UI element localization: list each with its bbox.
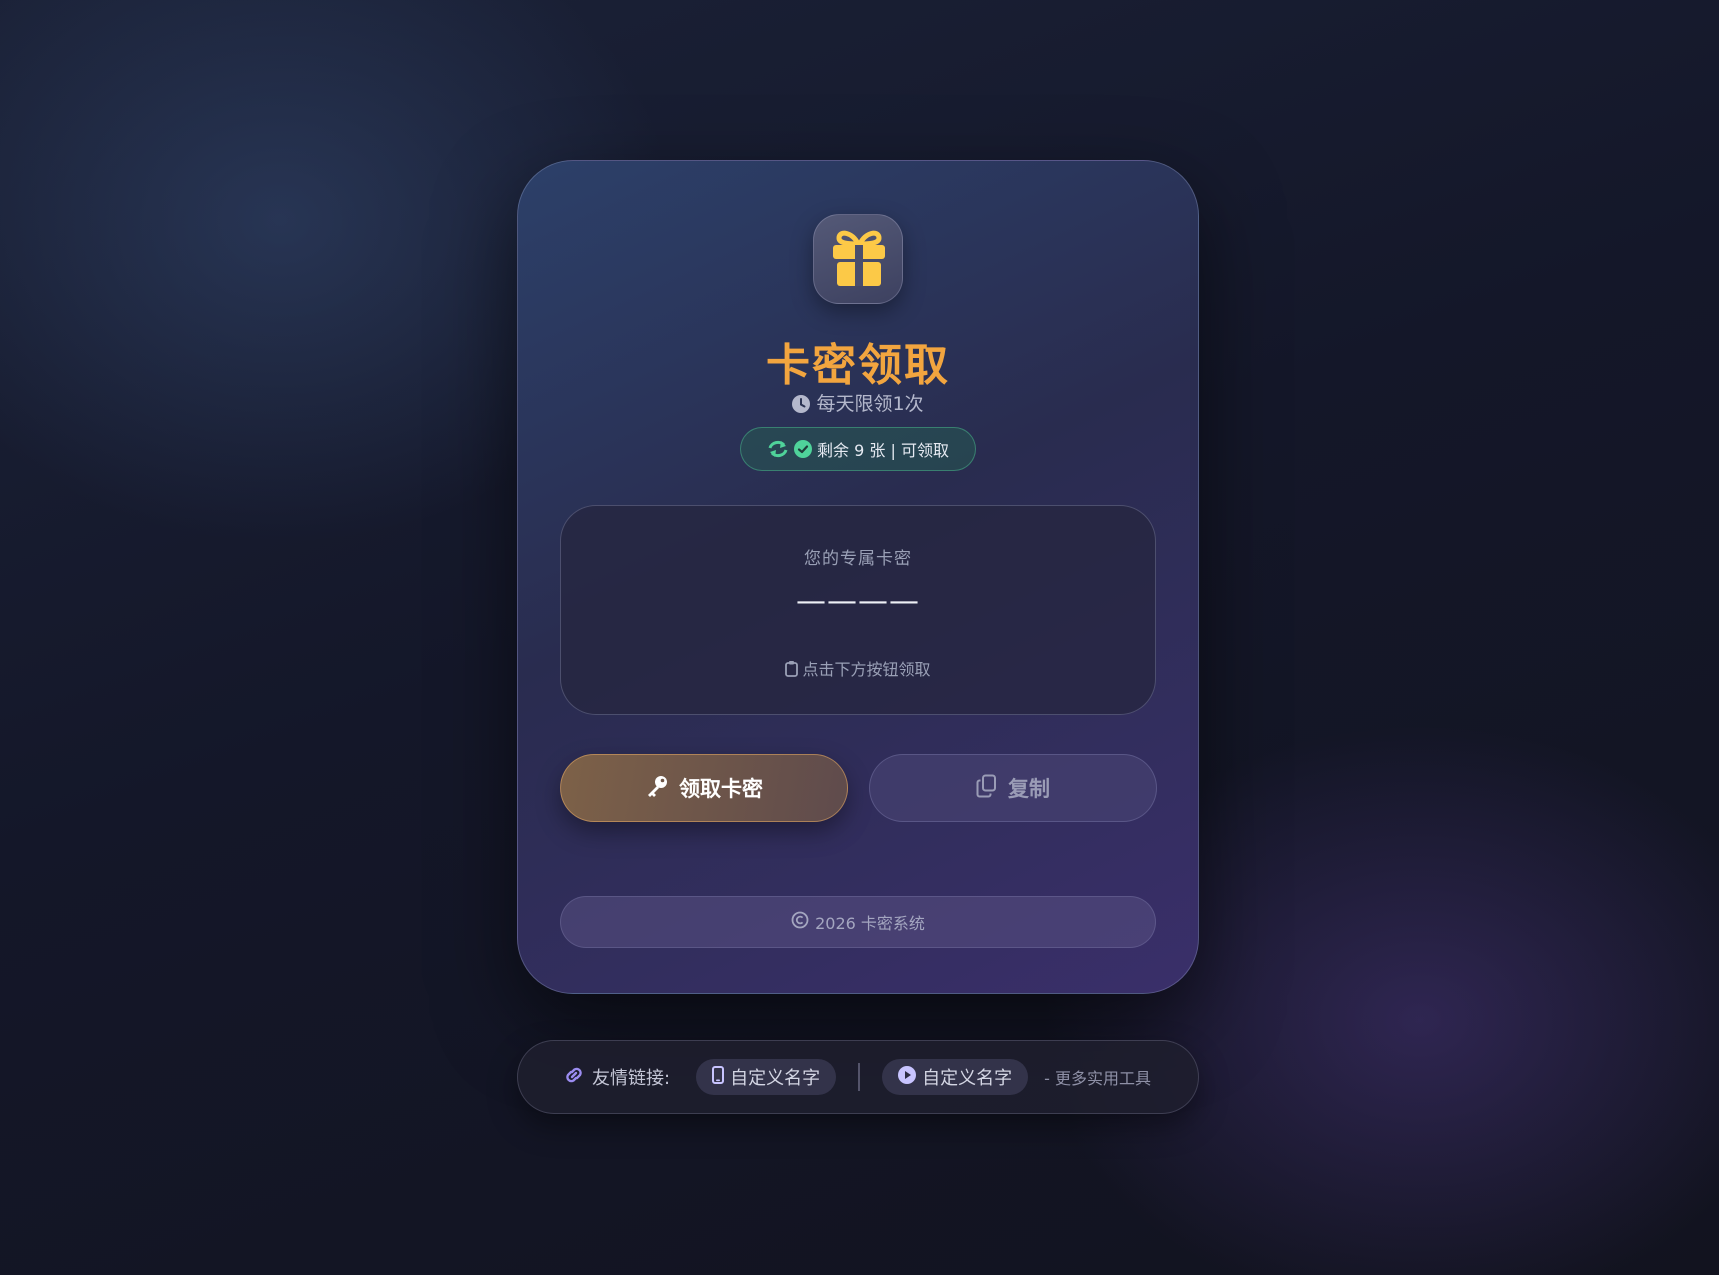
- copy-button[interactable]: 复制: [869, 754, 1157, 822]
- friend-link-1[interactable]: 自定义名字: [696, 1059, 837, 1095]
- copy-icon: [976, 774, 998, 803]
- check-circle-icon: [794, 440, 813, 458]
- card-key-hint-label: 点击下方按钮领取: [802, 660, 931, 679]
- friend-link-2-label: 自定义名字: [922, 1068, 1013, 1089]
- link-icon: [562, 1064, 586, 1091]
- key-icon: [645, 774, 669, 803]
- copyright-icon: [791, 911, 809, 933]
- card-key-hint: 点击下方按钮领取: [561, 656, 1155, 681]
- play-circle-icon: [898, 1065, 917, 1089]
- refresh-icon[interactable]: [767, 440, 789, 458]
- gift-icon: [833, 230, 885, 286]
- stock-status-text: 剩余 9 张 | 可领取: [817, 441, 949, 460]
- daily-limit-text: 每天限领1次: [518, 389, 1198, 418]
- card-key-display: 您的专属卡密 ———— 点击下方按钮领取: [560, 505, 1156, 715]
- copy-label: 复制: [1008, 777, 1050, 801]
- page-title: 卡密领取: [766, 340, 950, 391]
- friend-links-heading: 友情链接:: [562, 1064, 670, 1091]
- clock-icon: [792, 395, 811, 418]
- phone-icon: [712, 1065, 725, 1089]
- links-divider: [858, 1063, 861, 1091]
- gift-icon-tile: [813, 214, 903, 304]
- claim-card: 卡密领取 每天限领1次 剩余 9 张 | 可领取 您的专属卡密 ———— 点击下…: [517, 160, 1199, 994]
- daily-limit-label: 每天限领1次: [816, 393, 924, 415]
- friend-links-label: 友情链接:: [592, 1068, 671, 1089]
- clipboard-icon: [785, 660, 799, 681]
- claim-key-label: 领取卡密: [679, 777, 763, 801]
- copyright-text: 2026 卡密系统: [815, 914, 925, 933]
- friend-link-2[interactable]: 自定义名字: [882, 1059, 1029, 1095]
- card-key-label: 您的专属卡密: [804, 549, 912, 569]
- friend-links-bar: 友情链接: 自定义名字 自定义名字 - 更多实用工具: [517, 1040, 1199, 1114]
- friend-link-1-label: 自定义名字: [730, 1068, 821, 1089]
- more-tools-text: - 更多实用工具: [1044, 1069, 1151, 1088]
- card-key-value[interactable]: ————: [561, 584, 1155, 619]
- claim-key-button[interactable]: 领取卡密: [560, 754, 848, 822]
- copyright-bar: 2026 卡密系统: [560, 896, 1156, 948]
- stock-status-badge: 剩余 9 张 | 可领取: [740, 427, 976, 471]
